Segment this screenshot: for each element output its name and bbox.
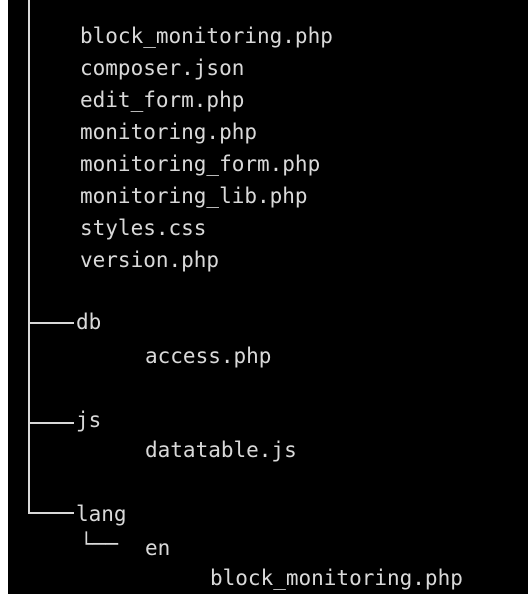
file-entry: edit_form.php	[80, 88, 245, 112]
file-entry: styles.css	[80, 216, 207, 240]
tree-sub-connector: └──	[80, 532, 118, 556]
file-entry: version.php	[80, 248, 220, 272]
file-entry: composer.json	[80, 56, 245, 80]
file-entry: datatable.js	[145, 438, 297, 462]
terminal-window: block_monitoring.php composer.json edit_…	[0, 0, 528, 594]
file-entry: block_monitoring.php	[210, 566, 463, 590]
folder-en: en	[145, 536, 171, 560]
folder-db: db	[76, 310, 102, 334]
tree-branch-connector	[28, 512, 74, 514]
file-entry: block_monitoring.php	[80, 24, 333, 48]
clipped-line-fragment	[80, 0, 93, 10]
file-entry: access.php	[145, 344, 272, 368]
tree-branch-connector	[28, 322, 74, 324]
file-entry: monitoring_form.php	[80, 152, 321, 176]
file-entry: monitoring_lib.php	[80, 184, 308, 208]
folder-js: js	[76, 408, 102, 432]
file-entry: monitoring.php	[80, 120, 258, 144]
tree-branch-connector	[28, 422, 74, 424]
tree-vertical-rail	[28, 0, 30, 512]
folder-lang: lang	[76, 502, 127, 526]
